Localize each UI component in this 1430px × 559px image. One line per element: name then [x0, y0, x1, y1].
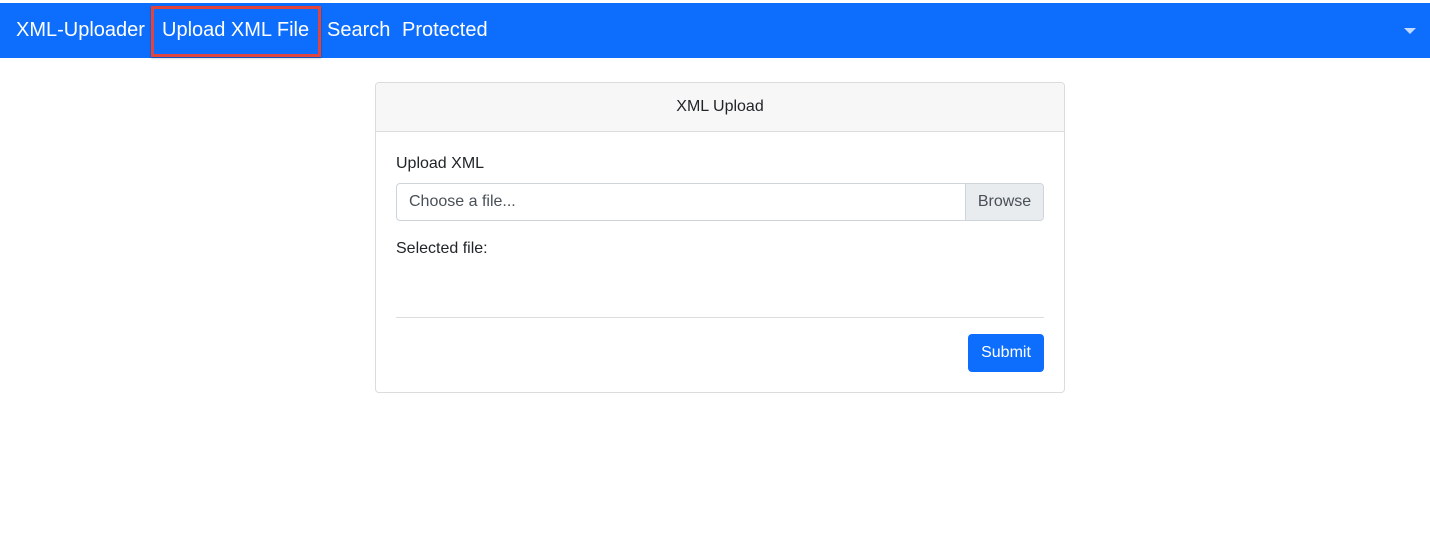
nav-link-search[interactable]: Search [327, 18, 390, 42]
caret-down-icon[interactable] [1404, 28, 1416, 34]
submit-button[interactable]: Submit [968, 334, 1044, 372]
card-header: XML Upload [376, 83, 1064, 132]
nav-link-upload-xml-file[interactable]: Upload XML File [162, 18, 309, 42]
brand-link[interactable]: XML-Uploader [16, 18, 145, 42]
selected-file-label-text: Selected file: [396, 240, 488, 257]
selected-file-label: Selected file: [396, 240, 488, 258]
file-input-placeholder: Choose a file... [409, 193, 516, 210]
browse-button[interactable]: Browse [965, 184, 1043, 220]
top-navbar: XML-Uploader Upload XML File Search Prot… [0, 3, 1430, 58]
upload-xml-label: Upload XML [396, 155, 485, 172]
file-input[interactable]: Choose a file... Browse [396, 183, 1044, 221]
nav-link-protected[interactable]: Protected [402, 18, 488, 42]
xml-upload-card: XML Upload Upload XML Choose a file... B… [375, 82, 1065, 393]
divider [396, 317, 1044, 318]
